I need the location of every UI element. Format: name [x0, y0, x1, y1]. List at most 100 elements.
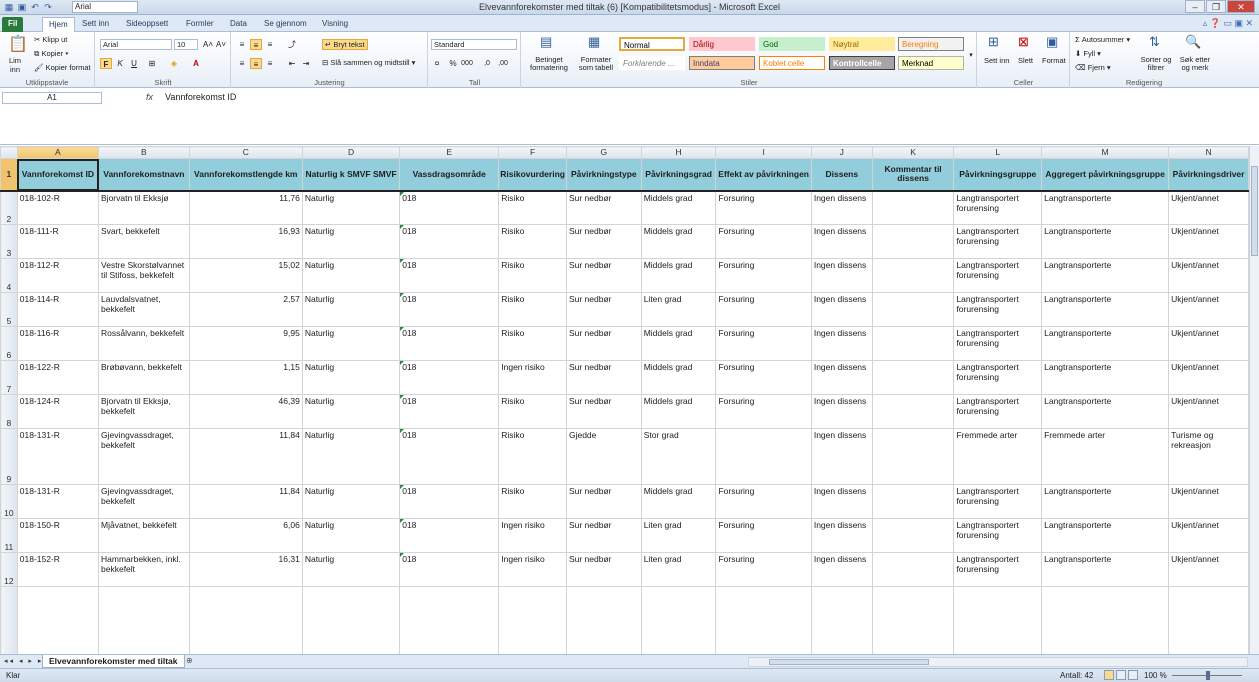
cell[interactable]: Sur nedbør	[565, 326, 642, 361]
row-header[interactable]: 5	[0, 292, 18, 327]
column-header-m[interactable]: M	[1041, 146, 1170, 159]
column-header-f[interactable]: F	[498, 146, 567, 159]
cell[interactable]	[871, 190, 955, 225]
cell[interactable]: Ingen risiko	[498, 360, 567, 395]
cell[interactable]: Sur nedbør	[565, 552, 642, 587]
cell[interactable]: Mjåvatnet, bekkefelt	[98, 518, 190, 553]
column-title-cell[interactable]: Effekt av påvirkningen	[715, 158, 812, 192]
cell[interactable]: Risiko	[498, 224, 567, 259]
cell[interactable]: Langtransportert forurensing	[953, 258, 1043, 293]
cell[interactable]: Sur nedbør	[565, 190, 642, 225]
cell[interactable]: Naturlig	[301, 484, 401, 519]
cell[interactable]: Langtransportert forurensing	[953, 326, 1043, 361]
tab-page-layout[interactable]: Sideoppsett	[120, 17, 174, 32]
cell[interactable]: Forsuring	[715, 224, 812, 259]
row-header[interactable]: 12	[0, 552, 18, 587]
cell-style-6[interactable]: Inndata	[689, 56, 755, 70]
cell[interactable]: Ingen dissens	[810, 224, 873, 259]
cell[interactable]	[871, 224, 955, 259]
align-center-icon[interactable]: ≡	[250, 58, 262, 69]
cell[interactable]: Langtransportert forurensing	[953, 484, 1043, 519]
cell[interactable]: Naturlig	[301, 428, 401, 485]
cell[interactable]: Risiko	[498, 258, 567, 293]
cell[interactable]	[871, 586, 955, 654]
cell[interactable]: Naturlig	[301, 518, 401, 553]
cell[interactable]: Brøbøvann, bekkefelt	[98, 360, 190, 395]
paste-icon[interactable]: 📋	[8, 34, 28, 54]
cell[interactable]: Ingen dissens	[810, 428, 873, 485]
cell[interactable]: 018	[399, 224, 500, 259]
horizontal-scroll-thumb[interactable]	[769, 659, 929, 665]
format-table-icon[interactable]: ▦	[588, 34, 600, 50]
cell[interactable]: Ingen dissens	[810, 292, 873, 327]
insert-cells-button[interactable]: Sett inn	[984, 56, 1009, 65]
tab-formulas[interactable]: Formler	[180, 17, 220, 32]
tab-view[interactable]: Visning	[316, 17, 354, 32]
column-title-cell[interactable]: Risikovurdering	[498, 158, 567, 192]
cell[interactable]: 11,84	[188, 484, 303, 519]
conditional-format-button[interactable]: Betinget formatering	[524, 56, 574, 72]
row-header[interactable]: 11	[0, 518, 18, 553]
cell[interactable]: Ukjent/annet	[1168, 360, 1249, 395]
tab-insert[interactable]: Sett inn	[76, 17, 115, 32]
cell[interactable]: Sur nedbør	[565, 258, 642, 293]
page-layout-view-icon[interactable]	[1116, 670, 1126, 680]
orientation-icon[interactable]: ⤴	[286, 39, 298, 50]
cell[interactable]: Turisme og rekreasjon	[1168, 428, 1249, 485]
cell[interactable]: 018-112-R	[16, 258, 100, 293]
grow-font-icon[interactable]: A˄	[202, 39, 214, 50]
cell[interactable]: Middels grad	[640, 394, 717, 429]
cell[interactable]: Ukjent/annet	[1168, 484, 1249, 519]
row-header[interactable]: 10	[0, 484, 18, 519]
cell[interactable]: Forsuring	[715, 326, 812, 361]
underline-icon[interactable]: U	[128, 58, 140, 69]
cell[interactable]: Vestre Skorstølvannet til Stifoss, bekke…	[98, 258, 190, 293]
bold-icon[interactable]: F	[100, 58, 112, 69]
number-format-combo[interactable]: Standard	[431, 39, 517, 50]
column-title-cell[interactable]: Vannforekomst ID	[16, 158, 100, 192]
name-box[interactable]: A1	[2, 92, 102, 104]
cell[interactable]: Ukjent/annet	[1168, 326, 1249, 361]
cell[interactable]: Liten grad	[640, 292, 717, 327]
font-size-combo[interactable]: 10	[174, 39, 198, 50]
cell[interactable]: 018-124-R	[16, 394, 100, 429]
cell[interactable]	[871, 292, 955, 327]
cell[interactable]: Langtransportert forurensing	[953, 360, 1043, 395]
row-header[interactable]: 8	[0, 394, 18, 429]
cell[interactable]	[871, 258, 955, 293]
cell[interactable]: Risiko	[498, 428, 567, 485]
cell[interactable]: Ukjent/annet	[1168, 552, 1249, 587]
format-cells-button[interactable]: Format	[1042, 56, 1066, 65]
increase-decimal-icon[interactable]: ,0	[481, 58, 493, 69]
percent-icon[interactable]: %	[447, 58, 459, 69]
cell[interactable]: Forsuring	[715, 394, 812, 429]
close-button[interactable]: ✕	[1227, 0, 1255, 13]
cell[interactable]: 11,76	[188, 190, 303, 225]
cell[interactable]: Langtransporterte	[1041, 484, 1170, 519]
cell[interactable]	[715, 586, 812, 654]
cell[interactable]: Langtransporterte	[1041, 190, 1170, 225]
cell[interactable]: Ingen dissens	[810, 190, 873, 225]
cell[interactable]: Sur nedbør	[565, 360, 642, 395]
cell[interactable]	[188, 586, 303, 654]
cell[interactable]	[16, 586, 100, 654]
merge-center-button[interactable]: ⊟ Slå sammen og midtstill ▾	[322, 58, 415, 67]
font-color-icon[interactable]: A	[190, 58, 202, 69]
cell[interactable]: Naturlig	[301, 224, 401, 259]
decrease-indent-icon[interactable]: ⇤	[286, 58, 298, 69]
cell[interactable]: Forsuring	[715, 552, 812, 587]
cell[interactable]: Liten grad	[640, 518, 717, 553]
column-title-cell[interactable]: Naturlig k SMVF SMVF	[301, 158, 401, 192]
row-header[interactable]: 3	[0, 224, 18, 259]
cell[interactable]: Langtransporterte	[1041, 552, 1170, 587]
cell[interactable]: Sur nedbør	[565, 394, 642, 429]
cell[interactable]: 018	[399, 552, 500, 587]
function-icon[interactable]: fx	[146, 92, 153, 102]
cell[interactable]: Naturlig	[301, 552, 401, 587]
cell[interactable]: Middels grad	[640, 484, 717, 519]
column-header-k[interactable]: K	[871, 146, 955, 159]
column-header-e[interactable]: E	[399, 146, 500, 159]
cell[interactable]: Langtransporterte	[1041, 326, 1170, 361]
fill-button[interactable]: ⬇ Fyll ▾	[1075, 49, 1101, 58]
autosum-button[interactable]: Σ Autosummer ▾	[1075, 35, 1130, 44]
